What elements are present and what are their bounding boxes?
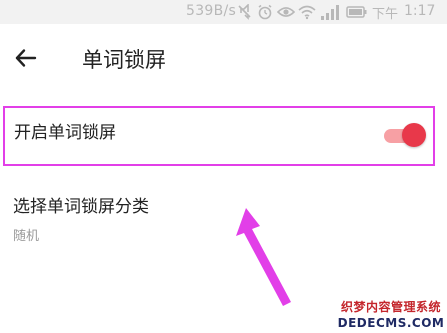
mute-icon bbox=[238, 3, 252, 24]
category-label: 选择单词锁屏分类 bbox=[13, 197, 149, 217]
lock-screen-row[interactable]: 开启单词锁屏 bbox=[0, 100, 447, 170]
lock-screen-label: 开启单词锁屏 bbox=[14, 123, 116, 143]
toggle-thumb bbox=[402, 123, 426, 147]
watermark-bottom-text: DEDECMS.COM bbox=[337, 316, 445, 330]
back-button[interactable] bbox=[8, 42, 44, 78]
toolbar: 单词锁屏 bbox=[0, 24, 447, 96]
watermark-top-text: 织梦内容管理系统 bbox=[340, 300, 441, 314]
network-speed: 539B/s bbox=[186, 3, 237, 19]
status-bar: 539B/s 下午 1:17 bbox=[0, 0, 447, 24]
watermark: 织梦内容管理系统 DEDECMS.COM bbox=[335, 299, 447, 333]
page-title: 单词锁屏 bbox=[82, 48, 166, 72]
battery-icon bbox=[346, 4, 368, 24]
lock-screen-toggle[interactable] bbox=[382, 122, 426, 148]
status-clock: 1:17 bbox=[404, 3, 436, 19]
category-row[interactable]: 选择单词锁屏分类 随机 bbox=[0, 186, 447, 252]
eye-icon bbox=[276, 4, 296, 24]
alarm-icon bbox=[257, 4, 273, 24]
wifi-icon bbox=[298, 4, 316, 24]
category-value: 随机 bbox=[13, 229, 40, 244]
signal-icon bbox=[320, 4, 342, 24]
arrow-left-icon bbox=[14, 46, 38, 74]
time-period-label: 下午 bbox=[372, 7, 399, 22]
